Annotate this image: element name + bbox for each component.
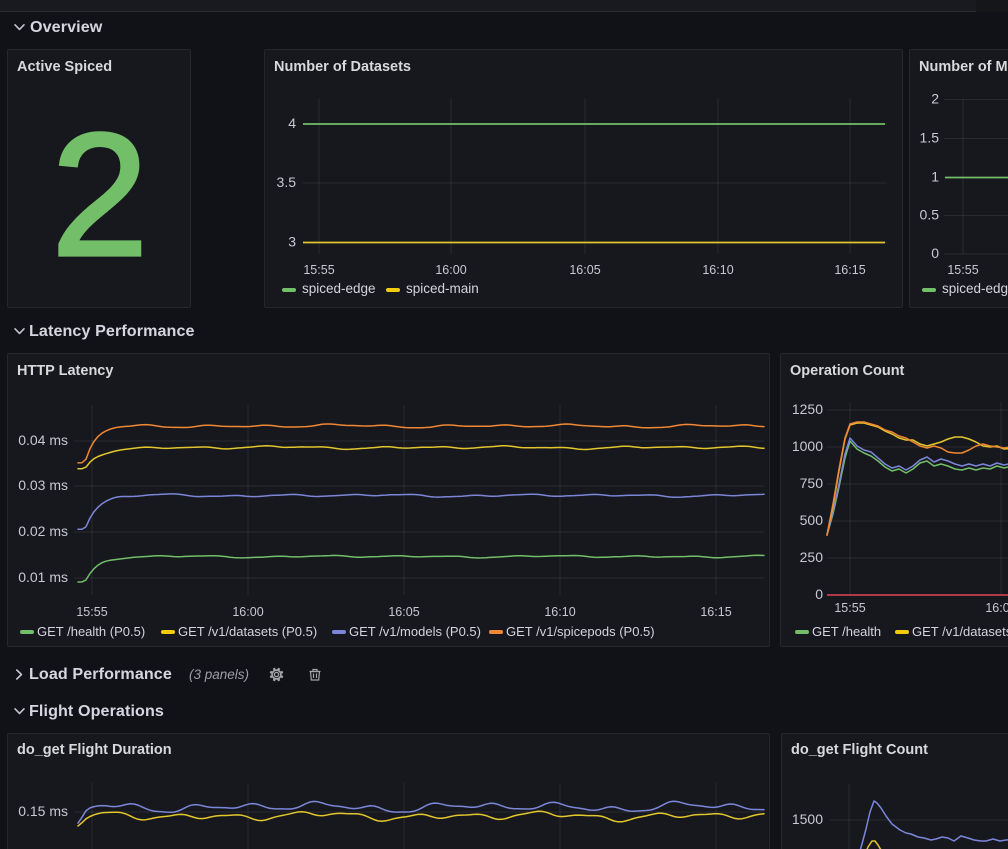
svg-text:15:55: 15:55 — [947, 263, 978, 277]
svg-text:HTTP Latency: HTTP Latency — [17, 363, 113, 379]
svg-text:2: 2 — [931, 91, 939, 107]
svg-text:Number of Datasets: Number of Datasets — [274, 59, 411, 75]
svg-text:3: 3 — [288, 234, 296, 250]
svg-text:GET /v1/spicepods (P0.5): GET /v1/spicepods (P0.5) — [506, 624, 655, 639]
svg-text:16:00: 16:00 — [435, 263, 466, 277]
svg-text:do_get Flight Count: do_get Flight Count — [791, 742, 928, 758]
svg-text:1250: 1250 — [792, 401, 823, 417]
svg-text:GET /v1/datasets: GET /v1/datasets — [912, 624, 1008, 639]
svg-text:15:55: 15:55 — [76, 605, 107, 619]
svg-text:spiced-edge: spiced-edge — [942, 281, 1008, 296]
svg-text:1500: 1500 — [792, 811, 823, 827]
svg-text:Operation Count: Operation Count — [790, 363, 905, 379]
svg-text:spiced-edge: spiced-edge — [302, 281, 376, 296]
svg-text:16:05: 16:05 — [388, 605, 419, 619]
svg-text:1000: 1000 — [792, 438, 823, 454]
svg-text:16:15: 16:15 — [700, 605, 731, 619]
svg-text:0.03 ms: 0.03 ms — [18, 477, 68, 493]
svg-text:Number of Mo: Number of Mo — [919, 59, 1008, 75]
svg-text:16:10: 16:10 — [544, 605, 575, 619]
svg-text:1: 1 — [931, 169, 939, 185]
svg-text:1.5: 1.5 — [920, 130, 940, 146]
svg-text:500: 500 — [800, 512, 824, 528]
svg-text:0: 0 — [815, 586, 823, 602]
svg-text:GET /v1/datasets (P0.5): GET /v1/datasets (P0.5) — [178, 624, 317, 639]
svg-text:0: 0 — [931, 245, 939, 261]
svg-text:16:00: 16:00 — [985, 601, 1008, 615]
svg-text:2: 2 — [51, 98, 148, 293]
svg-text:0.15 ms: 0.15 ms — [18, 803, 68, 819]
svg-text:15:55: 15:55 — [834, 601, 865, 615]
svg-text:750: 750 — [800, 475, 824, 491]
svg-text:0.01 ms: 0.01 ms — [18, 569, 68, 585]
svg-text:0.5: 0.5 — [920, 207, 940, 223]
svg-text:16:00: 16:00 — [232, 605, 263, 619]
svg-text:do_get Flight Duration: do_get Flight Duration — [17, 742, 172, 758]
svg-text:GET /v1/models (P0.5): GET /v1/models (P0.5) — [349, 624, 481, 639]
svg-text:15:55: 15:55 — [303, 263, 334, 277]
svg-text:16:05: 16:05 — [569, 263, 600, 277]
svg-text:GET /health: GET /health — [812, 624, 881, 639]
svg-text:Active Spiced: Active Spiced — [17, 59, 112, 75]
svg-text:250: 250 — [800, 549, 824, 565]
svg-text:3.5: 3.5 — [277, 174, 297, 190]
svg-text:16:15: 16:15 — [834, 263, 865, 277]
svg-text:4: 4 — [288, 115, 296, 131]
svg-text:0.04 ms: 0.04 ms — [18, 432, 68, 448]
svg-text:16:10: 16:10 — [702, 263, 733, 277]
svg-text:spiced-main: spiced-main — [406, 281, 479, 296]
svg-text:0.02 ms: 0.02 ms — [18, 523, 68, 539]
svg-text:GET /health (P0.5): GET /health (P0.5) — [37, 624, 145, 639]
